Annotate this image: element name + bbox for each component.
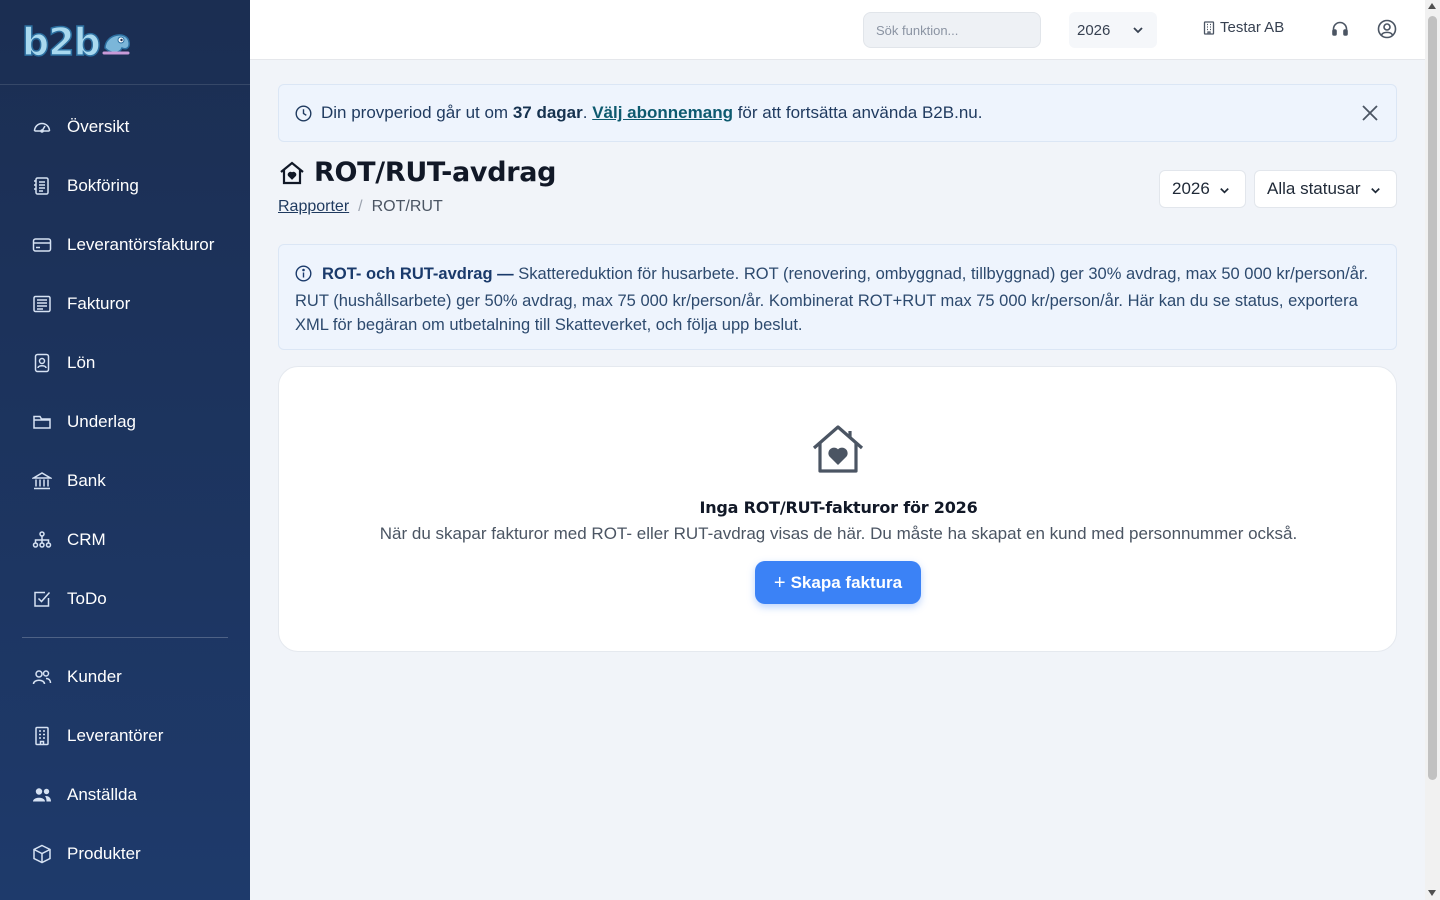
empty-state-card: Inga ROT/RUT-fakturor för 2026 När du sk…	[278, 366, 1397, 652]
status-filter-value: Alla statusar	[1267, 179, 1361, 198]
scroll-up-arrow-icon[interactable]	[1428, 3, 1436, 9]
people-icon	[32, 785, 52, 805]
logo-text: b2b	[21, 19, 101, 65]
sidebar-item-crm[interactable]: CRM	[0, 510, 250, 569]
logo[interactable]: b2b	[0, 0, 250, 85]
headset-icon[interactable]	[1329, 18, 1351, 40]
page-scrollbar[interactable]	[1425, 0, 1440, 900]
scroll-down-arrow-icon[interactable]	[1428, 890, 1436, 896]
page-title: ROT/RUT-avdrag	[314, 157, 557, 188]
building-icon	[32, 726, 52, 746]
sidebar-item-anstallda[interactable]: Anställda	[0, 765, 250, 824]
sidebar-divider	[22, 637, 228, 638]
invoice-icon	[32, 294, 52, 314]
year-select-value: 2026	[1077, 21, 1111, 39]
year-filter-select[interactable]: 2026	[1159, 170, 1246, 208]
sidebar-item-produkter[interactable]: Produkter	[0, 824, 250, 883]
sidebar-item-label: Översikt	[67, 116, 130, 136]
trial-banner: Din provperiod går ut om 37 dagar. Välj …	[278, 84, 1397, 142]
clock-icon	[295, 104, 312, 122]
building-icon	[1203, 20, 1215, 35]
sidebar-item-label: Bank	[67, 470, 106, 490]
credit-card-icon	[32, 235, 52, 255]
breadcrumb: Rapporter / ROT/RUT	[278, 198, 443, 216]
search-input[interactable]	[863, 12, 1041, 48]
sidebar-item-label: Underlag	[67, 411, 136, 431]
chameleon-mascot-icon	[102, 34, 130, 55]
chevron-down-icon	[1371, 188, 1380, 194]
trial-text: Din provperiod går ut om 37 dagar. Välj …	[321, 103, 982, 123]
company-name: Testar AB	[1220, 19, 1285, 36]
choose-subscription-link[interactable]: Välj abonnemang	[592, 103, 733, 122]
sidebar-item-label: Lön	[67, 352, 96, 372]
sidebar-item-label: Leverantörer	[67, 725, 164, 745]
company-switcher[interactable]: Testar AB	[1203, 19, 1284, 36]
ledger-icon	[32, 176, 52, 196]
org-chart-icon	[32, 530, 52, 550]
sidebar-item-label: Anställda	[67, 784, 137, 804]
house-heart-icon	[278, 159, 306, 187]
sidebar-item-label: ToDo	[67, 588, 107, 608]
user-avatar-icon[interactable]	[1376, 18, 1398, 40]
create-invoice-button[interactable]: + Skapa faktura	[755, 561, 921, 604]
trial-sep: .	[582, 103, 593, 122]
breadcrumb-separator: /	[358, 198, 363, 215]
trial-prefix: Din provperiod går ut om	[321, 103, 513, 122]
gauge-icon	[32, 117, 52, 137]
chevron-down-icon	[1133, 27, 1143, 34]
sidebar-item-label: CRM	[67, 529, 106, 549]
plus-icon: +	[773, 571, 786, 594]
sidebar-item-leverantorer[interactable]: Leverantörer	[0, 706, 250, 765]
checkbox-icon	[32, 589, 52, 609]
users-icon	[32, 667, 52, 687]
empty-state-description: När du skapar fakturor med ROT- eller RU…	[379, 524, 1298, 543]
info-heading: ROT- och RUT-avdrag —	[322, 265, 514, 283]
sidebar-item-bank[interactable]: Bank	[0, 451, 250, 510]
sidebar-item-kunder[interactable]: Kunder	[0, 647, 250, 706]
year-filter-value: 2026	[1172, 179, 1210, 198]
sidebar: b2b Översikt Bokföring Leverantörsfaktur…	[0, 0, 250, 900]
sidebar-item-label: Fakturor	[67, 293, 131, 313]
folder-icon	[32, 412, 52, 432]
breadcrumb-current: ROT/RUT	[371, 198, 443, 215]
sidebar-item-label: Produkter	[67, 843, 141, 863]
sidebar-item-underlag[interactable]: Underlag	[0, 392, 250, 451]
house-heart-icon	[812, 425, 864, 473]
rot-rut-info-box: ROT- och RUT-avdrag — Skattereduktion fö…	[278, 244, 1397, 350]
sidebar-item-label: Leverantörsfakturor	[67, 234, 215, 254]
trial-suffix: för att fortsätta använda B2B.nu.	[732, 103, 983, 122]
status-filter-select[interactable]: Alla statusar	[1254, 170, 1397, 208]
sidebar-nav: Översikt Bokföring Leverantörsfakturor F…	[0, 97, 250, 883]
sidebar-item-todo[interactable]: ToDo	[0, 569, 250, 628]
create-invoice-label: Skapa faktura	[790, 572, 903, 592]
topbar: 2026 Testar AB	[250, 0, 1425, 60]
chevron-down-icon	[1220, 188, 1229, 194]
sidebar-item-label: Bokföring	[67, 175, 139, 195]
sidebar-item-leverantorsfakturor[interactable]: Leverantörsfakturor	[0, 215, 250, 274]
page-header: ROT/RUT-avdrag	[278, 157, 557, 188]
close-icon[interactable]	[1360, 103, 1380, 128]
bank-icon	[32, 471, 52, 491]
id-badge-icon	[32, 353, 52, 373]
sidebar-item-label: Kunder	[67, 666, 122, 686]
sidebar-item-bokforing[interactable]: Bokföring	[0, 156, 250, 215]
box-icon	[32, 844, 52, 864]
sidebar-item-lon[interactable]: Lön	[0, 333, 250, 392]
info-icon	[295, 265, 312, 289]
breadcrumb-link-rapporter[interactable]: Rapporter	[278, 198, 349, 216]
empty-state-title: Inga ROT/RUT-fakturor för 2026	[699, 498, 978, 517]
scrollbar-thumb[interactable]	[1428, 16, 1437, 780]
sidebar-item-oversikt[interactable]: Översikt	[0, 97, 250, 156]
year-select-top[interactable]: 2026	[1069, 12, 1157, 48]
trial-days: 37 dagar	[512, 103, 583, 122]
sidebar-item-fakturor[interactable]: Fakturor	[0, 274, 250, 333]
